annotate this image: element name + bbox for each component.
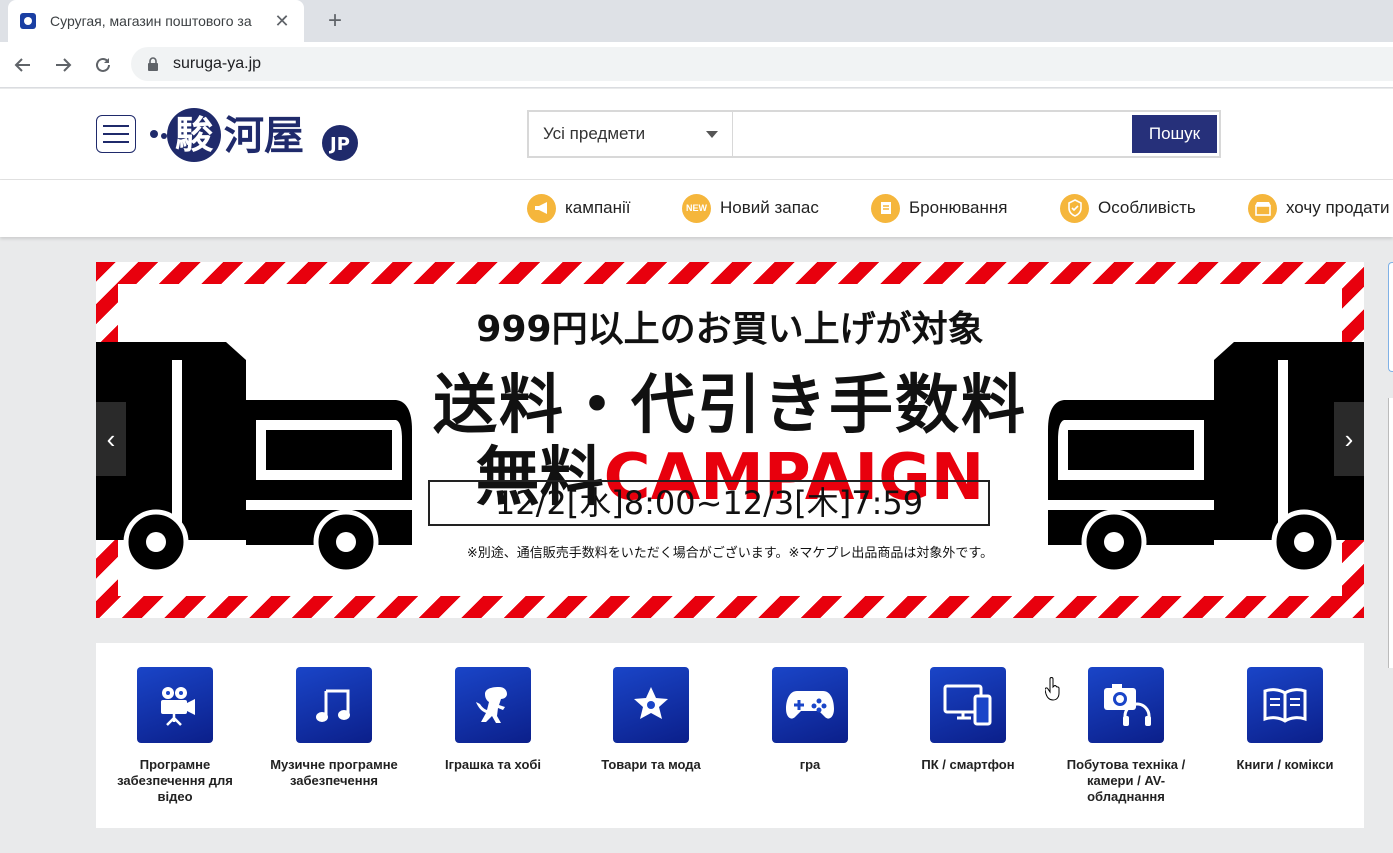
- banner-subtitle: 999円以上のお買い上げが対象: [476, 309, 984, 350]
- category-music-software[interactable]: Музичне програмне забезпечення: [259, 667, 409, 789]
- new-tab-icon[interactable]: +: [322, 8, 348, 34]
- tab-close-icon[interactable]: ✕: [272, 11, 292, 32]
- search-category-select[interactable]: Усі предмети: [529, 112, 733, 156]
- address-bar[interactable]: suruga-ya.jp: [131, 47, 1393, 81]
- url-text: suruga-ya.jp: [173, 55, 262, 72]
- store-icon: [1248, 193, 1277, 223]
- dinosaur-icon: [455, 667, 531, 743]
- camera-headphones-icon: [1088, 667, 1164, 743]
- menu-item-sell[interactable]: хочу продати: [1248, 193, 1390, 223]
- browser-tab[interactable]: Суругая, магазин поштового за ✕: [8, 0, 304, 42]
- shield-check-icon: [1060, 193, 1089, 223]
- menu-item-label: Особливість: [1098, 198, 1196, 217]
- category-pc-smartphone[interactable]: ПК / смартфон: [893, 667, 1043, 773]
- category-label: Книги / комікси: [1236, 757, 1334, 772]
- menu-item-campaigns[interactable]: кампанії: [527, 193, 631, 223]
- music-note-icon: [296, 667, 372, 743]
- category-label: Побутова техніка / камери / AV-обладнанн…: [1066, 757, 1186, 804]
- tab-title: Суругая, магазин поштового за: [50, 13, 252, 29]
- suruga-ya-logo[interactable]: 駿 河屋 JP: [150, 103, 360, 165]
- svg-text:河屋: 河屋: [224, 113, 304, 159]
- category-books-comics[interactable]: Книги / комікси: [1210, 667, 1360, 773]
- category-label: Іграшка та хобі: [444, 757, 542, 772]
- browser-toolbar: suruga-ya.jp: [0, 42, 1393, 88]
- carousel-next-button[interactable]: ›: [1334, 402, 1364, 476]
- menu-item-label: Новий запас: [720, 198, 819, 217]
- category-label: Програмне забезпечення для відео: [117, 757, 233, 804]
- svg-text:駿: 駿: [175, 113, 214, 157]
- banner-note: ※別途、通信販売手数料をいただく場合がございます。※マケプレ出品商品は対象外です…: [466, 546, 994, 561]
- menu-item-label: Бронювання: [909, 198, 1008, 217]
- category-toys-hobby[interactable]: Іграшка та хобі: [418, 667, 568, 773]
- category-games[interactable]: гра: [735, 667, 885, 773]
- side-widget-edge[interactable]: [1388, 262, 1393, 372]
- hand-cursor-icon: [1045, 677, 1060, 701]
- category-appliances-av[interactable]: Побутова техніка / камери / AV-обладнанн…: [1051, 667, 1201, 805]
- menu-item-reservation[interactable]: Бронювання: [871, 193, 1007, 223]
- lock-icon: [148, 57, 158, 71]
- search-bar: Усі предмети Пошук: [527, 110, 1221, 158]
- search-button[interactable]: Пошук: [1132, 115, 1217, 153]
- reload-icon[interactable]: [89, 51, 117, 79]
- menu-item-label: кампанії: [565, 198, 631, 217]
- banner-date-range: 12/2[水]8:00~12/3[木]7:59: [428, 480, 990, 526]
- search-category-label: Усі предмети: [543, 124, 646, 143]
- category-menu-bar: кампанії NEW Новий запас Бронювання Особ…: [0, 180, 1393, 237]
- menu-item-feature[interactable]: Особливість: [1060, 193, 1196, 223]
- reservation-icon: [871, 193, 900, 223]
- star-badge-icon: [613, 667, 689, 743]
- side-panel-edge: [1388, 398, 1393, 668]
- category-goods-fashion[interactable]: Товари та мода: [576, 667, 726, 773]
- chevron-down-icon: [706, 131, 718, 138]
- movie-camera-icon: [137, 667, 213, 743]
- svg-text:JP: JP: [328, 134, 350, 155]
- pc-smartphone-icon: [930, 667, 1006, 743]
- book-icon: [1247, 667, 1323, 743]
- search-input[interactable]: [735, 114, 1131, 154]
- category-label: Товари та мода: [601, 757, 701, 772]
- category-label: ПК / смартфон: [921, 757, 1015, 772]
- category-label: Музичне програмне забезпечення: [270, 757, 398, 788]
- new-badge-icon: NEW: [682, 193, 711, 223]
- site-favicon-icon: [20, 13, 36, 29]
- category-video-software[interactable]: Програмне забезпечення для відео: [100, 667, 250, 805]
- category-grid: Програмне забезпечення для відео Музичне…: [96, 643, 1364, 828]
- hamburger-menu-button[interactable]: [96, 115, 136, 153]
- forward-icon[interactable]: [49, 51, 77, 79]
- carousel-prev-button[interactable]: ‹: [96, 402, 126, 476]
- category-label: гра: [799, 757, 821, 772]
- megaphone-icon: [527, 193, 556, 223]
- menu-item-new-stock[interactable]: NEW Новий запас: [682, 193, 819, 223]
- campaign-banner[interactable]: 999円以上のお買い上げが対象 送料・代引き手数料 無料CAMPAIGN 12/…: [96, 262, 1364, 618]
- browser-tabstrip: Суругая, магазин поштового за ✕ +: [0, 0, 1393, 42]
- site-header: 駿 河屋 JP Усі предмети Пошук: [0, 89, 1393, 180]
- back-icon[interactable]: [9, 51, 37, 79]
- gamepad-icon: [772, 667, 848, 743]
- menu-item-label: хочу продати: [1286, 198, 1390, 217]
